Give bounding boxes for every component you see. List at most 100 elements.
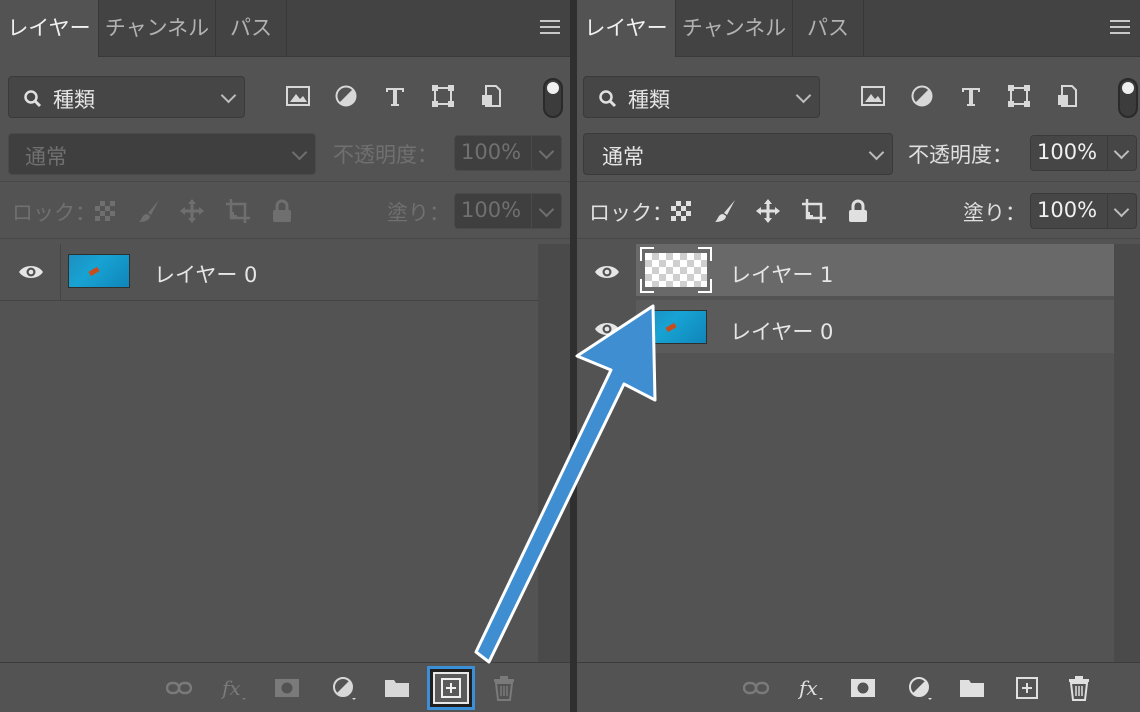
lock-label: ロック： [12, 201, 96, 225]
layer-name[interactable]: レイヤー 0 [730, 316, 833, 346]
fill-label: 塗り： [387, 201, 450, 225]
delete-layer-icon[interactable] [491, 675, 517, 701]
lock-image-pixels-icon[interactable] [712, 198, 738, 224]
panel-menu-icon[interactable] [540, 20, 560, 38]
panel-divider [570, 0, 577, 712]
shape-filter-icon[interactable] [1006, 83, 1032, 109]
tab-channels[interactable]: チャンネル [99, 0, 216, 56]
opacity-field[interactable]: 100% [1030, 135, 1137, 171]
tab-paths[interactable]: パス [216, 0, 287, 56]
panel-menu-icon[interactable] [1110, 20, 1130, 38]
lock-position-icon[interactable] [179, 198, 205, 224]
chevron-down-icon [538, 201, 555, 218]
new-group-icon[interactable] [959, 675, 985, 701]
filter-toggle-icon[interactable] [543, 78, 563, 118]
adjustment-layer-icon[interactable] [907, 675, 933, 701]
layer-row[interactable]: レイヤー 0 [0, 244, 538, 301]
filter-kind-label: 種類 [628, 88, 670, 112]
fill-label: 塗り： [963, 201, 1026, 225]
filter-toggle-icon[interactable] [1118, 78, 1138, 118]
chevron-down-icon [1113, 201, 1130, 218]
adjustment-filter-icon[interactable] [909, 83, 935, 109]
add-mask-icon[interactable] [850, 675, 876, 701]
visibility-eye-icon[interactable] [18, 264, 44, 280]
opacity-value: 100% [1037, 140, 1098, 164]
fx-icon[interactable]: fx [798, 675, 824, 701]
new-group-icon[interactable] [384, 675, 410, 701]
layer-row[interactable]: レイヤー 0 [577, 300, 1114, 356]
opacity-field[interactable]: 100% [454, 135, 562, 171]
layer-thumbnail-frame [640, 247, 712, 293]
lock-label: ロック： [589, 201, 673, 225]
layer-thumbnail [68, 254, 130, 288]
lock-position-icon[interactable] [755, 198, 781, 224]
search-icon [599, 90, 617, 108]
fill-value: 100% [461, 198, 522, 222]
layers-panel-footer: fx [0, 662, 570, 712]
type-filter-icon[interactable] [382, 83, 408, 109]
layer-thumbnail [645, 253, 707, 287]
filter-kind-dropdown[interactable]: 種類 [583, 76, 820, 118]
new-layer-icon[interactable] [1014, 675, 1040, 701]
layer-thumbnail [645, 310, 707, 344]
shape-filter-icon[interactable] [430, 83, 456, 109]
chevron-down-icon [1113, 143, 1130, 160]
search-icon [24, 90, 42, 108]
new-layer-icon[interactable] [440, 677, 462, 699]
layer-name[interactable]: レイヤー 0 [154, 259, 257, 289]
panel-tabbar: レイヤー チャンネル パス [0, 0, 570, 57]
opacity-label: 不透明度： [908, 143, 1013, 167]
filter-kind-label: 種類 [53, 88, 95, 112]
lock-all-icon[interactable] [269, 198, 295, 224]
link-layers-icon[interactable] [743, 675, 769, 701]
image-filter-icon[interactable] [860, 83, 886, 109]
adjustment-filter-icon[interactable] [333, 83, 359, 109]
lock-image-pixels-icon[interactable] [136, 198, 162, 224]
add-mask-icon[interactable] [274, 675, 300, 701]
tab-layers[interactable]: レイヤー [577, 0, 676, 57]
visibility-eye-icon[interactable] [594, 321, 620, 337]
filter-kind-dropdown[interactable]: 種類 [8, 76, 245, 118]
type-filter-icon[interactable] [958, 83, 984, 109]
link-layers-icon[interactable] [166, 675, 192, 701]
chevron-down-icon [220, 87, 237, 104]
chevron-down-icon [538, 143, 555, 160]
lock-transparent-pixels-icon[interactable] [668, 198, 694, 224]
fill-value: 100% [1037, 198, 1098, 222]
fill-field[interactable]: 100% [454, 193, 562, 229]
blend-mode-value: 通常 [25, 145, 67, 169]
fx-icon[interactable]: fx [221, 675, 247, 701]
lock-artboard-icon[interactable] [225, 198, 251, 224]
chevron-down-icon [291, 144, 308, 161]
layer-name[interactable]: レイヤー 1 [730, 259, 833, 289]
lock-artboard-icon[interactable] [801, 198, 827, 224]
adjustment-layer-icon[interactable] [331, 675, 357, 701]
smart-object-filter-icon[interactable] [478, 83, 504, 109]
layer-row[interactable]: レイヤー 1 [577, 244, 1114, 300]
blend-mode-dropdown[interactable]: 通常 [583, 133, 893, 175]
tab-layers[interactable]: レイヤー [0, 0, 99, 57]
new-layer-highlight [427, 666, 475, 710]
chevron-down-icon [795, 87, 812, 104]
fill-field[interactable]: 100% [1030, 193, 1137, 229]
svg-text:fx: fx [221, 676, 241, 700]
blend-mode-dropdown[interactable]: 通常 [8, 133, 316, 175]
delete-layer-icon[interactable] [1066, 675, 1092, 701]
tab-channels[interactable]: チャンネル [676, 0, 793, 56]
svg-text:fx: fx [798, 676, 818, 700]
smart-object-filter-icon[interactable] [1054, 83, 1080, 109]
opacity-label: 不透明度： [333, 143, 438, 167]
layers-panel-after: レイヤー チャンネル パス 種類 通常 不透明度： 100% ロック： 塗り： … [577, 0, 1140, 712]
image-filter-icon[interactable] [285, 83, 311, 109]
lock-all-icon[interactable] [845, 198, 871, 224]
scrollbar[interactable] [1114, 244, 1140, 662]
chevron-down-icon [868, 144, 885, 161]
lock-transparent-pixels-icon[interactable] [92, 198, 118, 224]
layers-panel-footer: fx [577, 662, 1140, 712]
layers-panel-before: レイヤー チャンネル パス 種類 通常 不透明度： 100% ロック： 塗り： … [0, 0, 570, 712]
scrollbar[interactable] [538, 244, 570, 662]
blend-mode-value: 通常 [602, 145, 644, 169]
tab-paths[interactable]: パス [793, 0, 864, 56]
opacity-value: 100% [461, 140, 522, 164]
visibility-eye-icon[interactable] [594, 264, 620, 280]
